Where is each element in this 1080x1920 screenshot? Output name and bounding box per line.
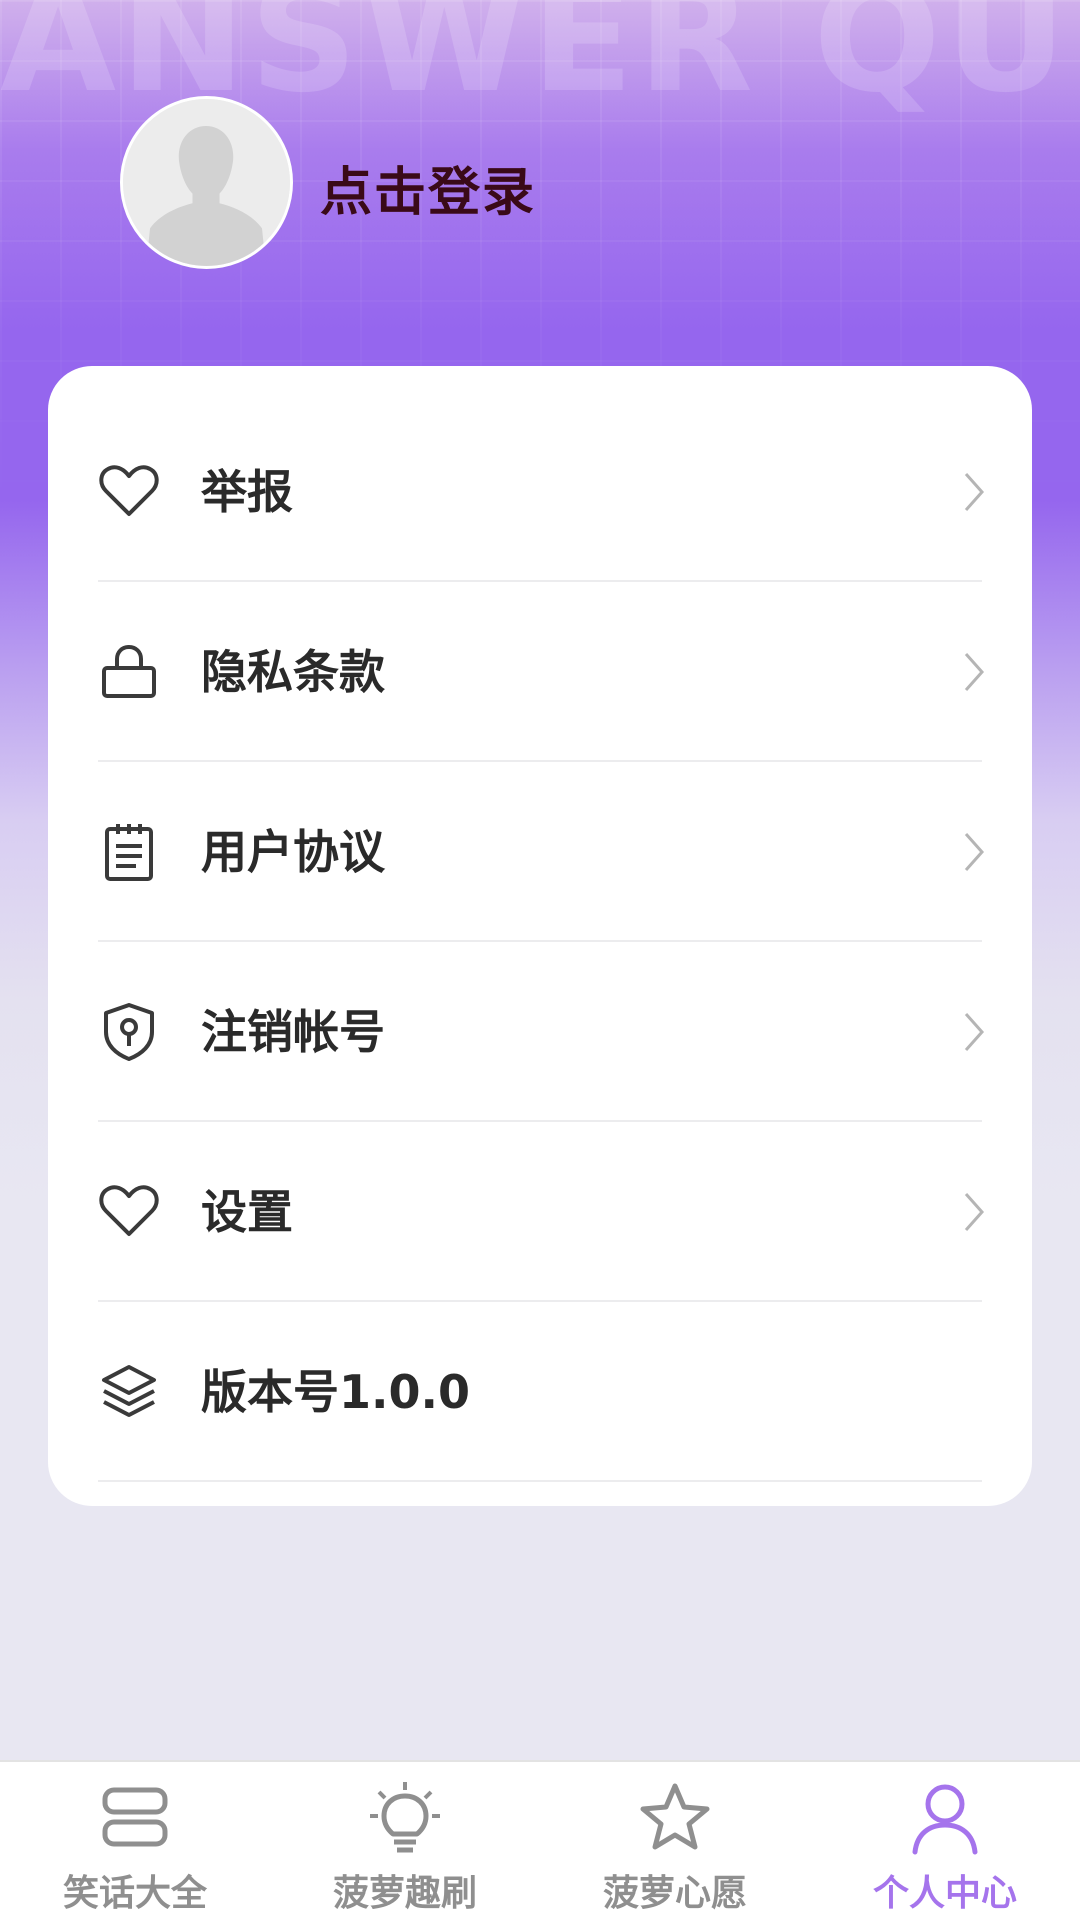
menu-item-delete-account[interactable]: 注销帐号 xyxy=(98,942,985,1122)
menu-item-report[interactable]: 举报 xyxy=(98,402,985,582)
menu-item-label: 隐私条款 xyxy=(201,645,385,699)
heart-icon xyxy=(98,1182,160,1242)
avatar[interactable] xyxy=(120,96,293,269)
bottom-tab-bar: 笑话大全 菠萝趣刷 菠萝心愿 个人中心 xyxy=(0,1760,1080,1920)
menu-item-settings[interactable]: 设置 xyxy=(98,1122,985,1302)
default-avatar-icon xyxy=(123,99,290,266)
menu-item-label: 设置 xyxy=(201,1185,293,1239)
heart-icon xyxy=(98,462,160,522)
tab-jokes[interactable]: 笑话大全 xyxy=(0,1762,270,1920)
stack-icon xyxy=(97,1780,173,1856)
chevron-right-icon xyxy=(964,1013,985,1051)
layers-icon xyxy=(98,1362,160,1422)
divider xyxy=(98,1480,982,1482)
person-icon xyxy=(907,1780,983,1856)
menu-item-label: 注销帐号 xyxy=(201,1005,385,1059)
tab-profile[interactable]: 个人中心 xyxy=(810,1762,1080,1920)
tab-label: 个人中心 xyxy=(872,1873,1017,1914)
menu-item-version: 版本号1.0.0 xyxy=(98,1302,982,1482)
shield-key-icon xyxy=(98,1002,160,1062)
tab-wishes[interactable]: 菠萝心愿 xyxy=(540,1762,810,1920)
chevron-right-icon xyxy=(964,833,985,871)
tab-label: 笑话大全 xyxy=(62,1873,207,1914)
login-link[interactable]: 点击登录 xyxy=(320,150,536,225)
lightbulb-icon xyxy=(367,1780,443,1856)
tab-label: 菠萝心愿 xyxy=(602,1873,747,1914)
chevron-right-icon xyxy=(964,1193,985,1231)
tab-label: 菠萝趣刷 xyxy=(332,1873,477,1914)
lock-icon xyxy=(98,642,160,702)
menu-item-label: 举报 xyxy=(201,465,293,519)
menu-item-privacy[interactable]: 隐私条款 xyxy=(98,582,985,762)
menu-item-user-agreement[interactable]: 用户协议 xyxy=(98,762,985,942)
menu-item-label: 用户协议 xyxy=(201,825,385,879)
star-icon xyxy=(637,1780,713,1856)
chevron-right-icon xyxy=(964,473,985,511)
tab-fun-browse[interactable]: 菠萝趣刷 xyxy=(270,1762,540,1920)
version-label: 版本号1.0.0 xyxy=(201,1365,470,1419)
chevron-right-icon xyxy=(964,653,985,691)
menu-card: 举报 隐私条款 用户协议 注销帐号 设置 版本号1.0.0 xyxy=(48,366,1032,1506)
document-icon xyxy=(98,822,160,882)
